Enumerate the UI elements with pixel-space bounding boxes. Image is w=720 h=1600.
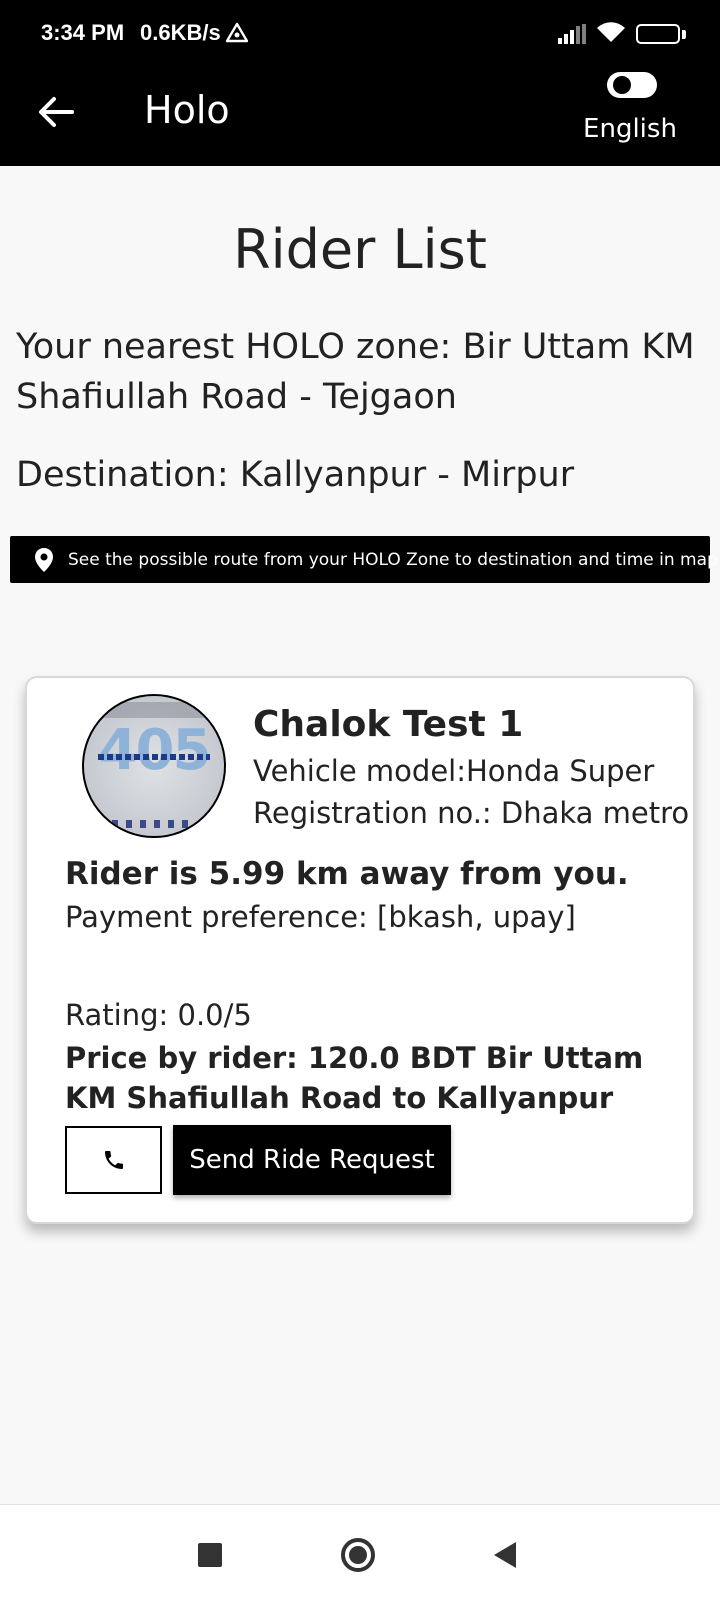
network-speed: 0.6KB/s <box>140 20 221 45</box>
warning-triangle-icon <box>225 22 249 48</box>
rider-name: Chalok Test 1 <box>253 704 524 745</box>
triangle-left-icon[interactable] <box>494 1542 516 1568</box>
system-nav-bar <box>0 1504 720 1600</box>
map-route-label: See the possible route from your HOLO Zo… <box>68 549 718 570</box>
nearest-zone-text: Your nearest HOLO zone: Bir Uttam KM Sha… <box>16 327 695 417</box>
square-icon[interactable] <box>198 1543 222 1567</box>
battery-icon: 49 <box>636 24 680 44</box>
circle-icon[interactable] <box>341 1538 375 1572</box>
language-toggle[interactable] <box>607 72 657 98</box>
registration-number: Registration no.: Dhaka metro ga <box>253 796 695 830</box>
back-button[interactable] <box>28 84 84 140</box>
map-route-button[interactable]: See the possible route from your HOLO Zo… <box>10 536 718 583</box>
app-title: Holo <box>144 88 230 132</box>
rider-rating: Rating: 0.0/5 <box>65 998 252 1032</box>
battery-tip <box>682 30 686 39</box>
rider-distance: Rider is 5.99 km away from you. <box>65 856 629 892</box>
toggle-knob <box>613 76 631 94</box>
avatar-photo-detail <box>98 754 210 760</box>
signal-icon <box>558 24 586 48</box>
app-header: 3:34 PM 0.6KB/s 49 Holo English <box>0 0 720 166</box>
rider-avatar: 405 <box>82 694 226 838</box>
avatar-photo-detail <box>112 820 196 828</box>
wifi-icon <box>596 20 626 48</box>
language-label: English <box>583 114 677 144</box>
location-pin-icon <box>34 547 54 573</box>
rider-price: Price by rider: 120.0 BDT Bir Uttam KM S… <box>65 1041 644 1115</box>
payment-preference: Payment preference: [bkash, upay] <box>65 900 576 934</box>
avatar-photo-number: 405 <box>98 718 212 783</box>
destination-text: Destination: Kallyanpur - Mirpur <box>16 455 575 495</box>
vehicle-model: Vehicle model:Honda Super <box>253 754 655 788</box>
status-bar: 3:34 PM 0.6KB/s 49 <box>0 0 720 70</box>
avatar-photo-detail <box>104 702 204 718</box>
status-time: 3:34 PM <box>41 20 125 45</box>
arrow-left-icon <box>39 97 74 127</box>
battery-percent: 49 <box>650 25 666 40</box>
call-button[interactable] <box>65 1126 162 1194</box>
rider-card: 405 Chalok Test 1 Vehicle model:Honda Su… <box>25 676 695 1224</box>
phone-icon <box>104 1151 123 1169</box>
page-title: Rider List <box>233 218 487 281</box>
send-ride-request-button[interactable]: Send Ride Request <box>173 1125 451 1195</box>
